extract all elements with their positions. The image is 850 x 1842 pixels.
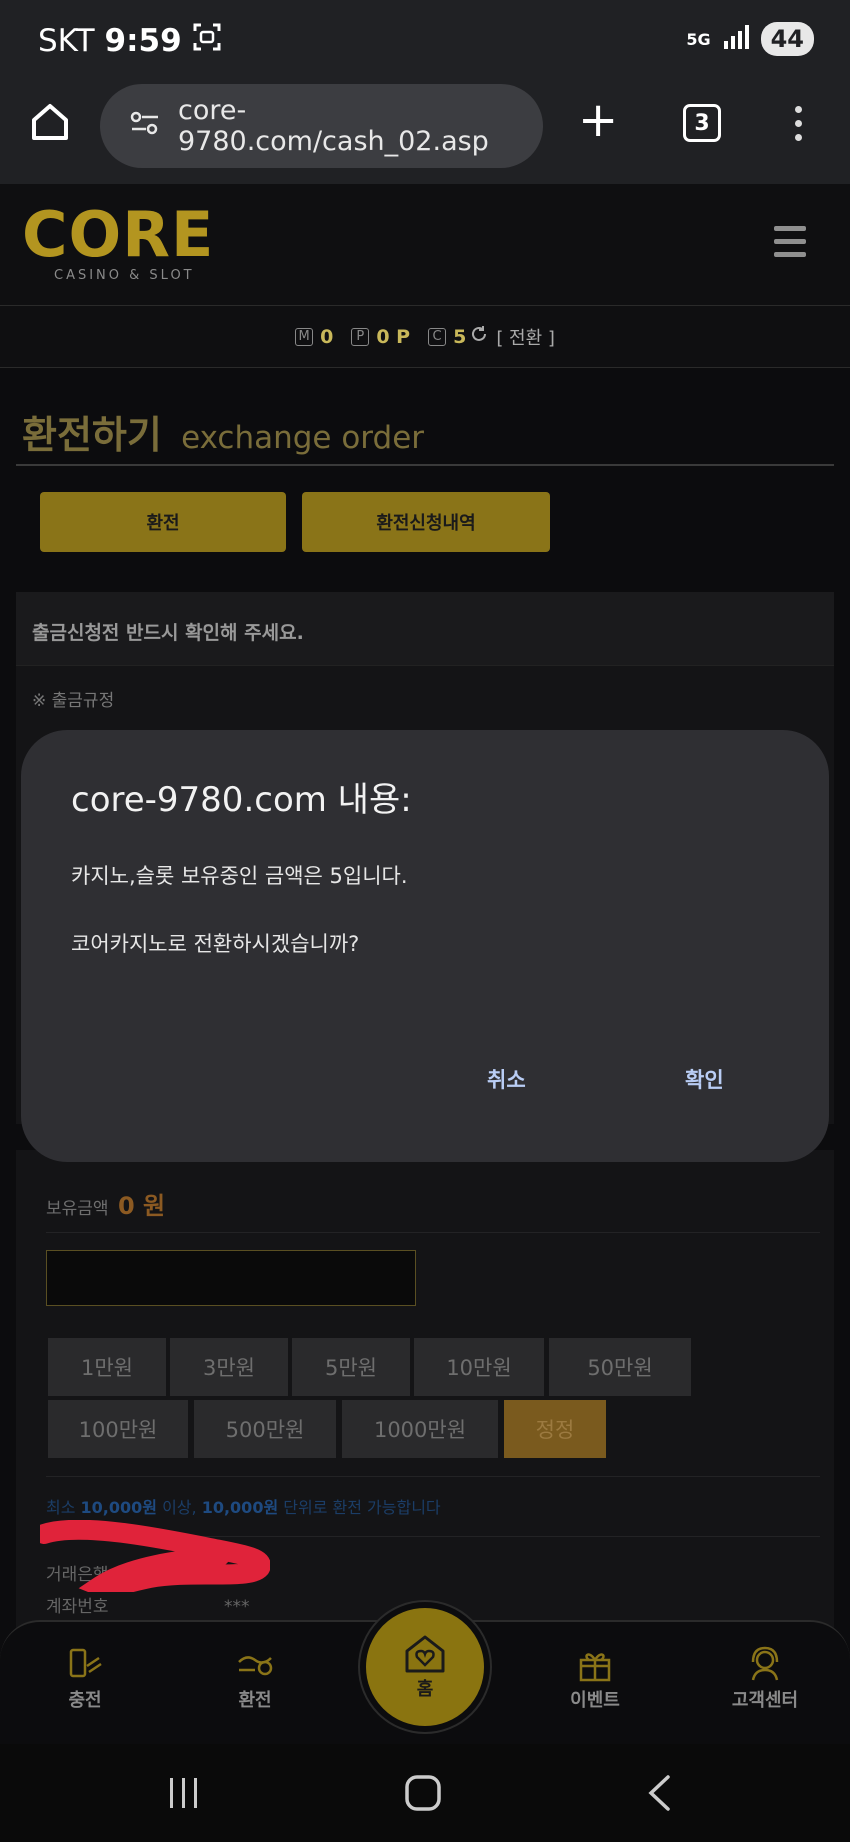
nav-exchange[interactable]: 환전 xyxy=(190,1646,320,1712)
nav-support-label: 고객센터 xyxy=(731,1690,799,1711)
recent-apps-icon[interactable] xyxy=(166,1776,202,1810)
notice-rule-label: ※ 출금규정 xyxy=(32,691,115,711)
nav-event-label: 이벤트 xyxy=(570,1690,620,1711)
balance-amount: 0 원 xyxy=(117,1192,166,1220)
nav-exchange-label: 환전 xyxy=(238,1690,272,1711)
network-label: 5G xyxy=(686,29,711,49)
divider xyxy=(46,1476,820,1477)
exchange-icon xyxy=(238,1656,273,1676)
page-title-en: exchange order xyxy=(181,420,425,456)
home-nav-icon[interactable] xyxy=(404,1774,442,1812)
nav-home-label: 홈 xyxy=(416,1679,434,1700)
browser-toolbar: core-9780.com/cash_02.asp + 3 xyxy=(0,80,850,184)
headset-icon xyxy=(751,1646,779,1681)
status-bar: SKT 9:59 5G 44 xyxy=(0,0,850,80)
carrier-label: SKT xyxy=(38,23,95,59)
more-menu-icon[interactable] xyxy=(795,106,802,141)
clock: 9:59 xyxy=(104,23,182,59)
point-value: 0 P xyxy=(376,325,411,348)
min-note-text: 최소 xyxy=(46,1498,81,1517)
account-label: 계좌번호 xyxy=(46,1597,109,1617)
casino-icon: C xyxy=(428,327,447,346)
chip-100k[interactable]: 10만원 xyxy=(414,1338,544,1396)
points-bar: M 0 P 0 P C 5 [ 전환 ] xyxy=(0,306,850,368)
nav-support[interactable]: 고객센터 xyxy=(700,1646,830,1712)
min-note-text: 단위로 환전 가능합니다 xyxy=(278,1498,441,1517)
min-note-amount: 10,000원 xyxy=(80,1498,157,1517)
battery-indicator: 44 xyxy=(760,22,814,56)
logo-subtitle: CASINO & SLOT xyxy=(54,268,195,283)
new-tab-icon[interactable]: + xyxy=(578,96,618,144)
minimum-amount-note: 최소 10,000원 이상, 10,000원 단위로 환전 가능합니다 xyxy=(46,1494,441,1518)
page-title: 환전하기 exchange order xyxy=(22,404,424,459)
unit-note-amount: 10,000원 xyxy=(201,1498,279,1517)
title-divider xyxy=(16,464,834,466)
address-bar[interactable]: core-9780.com/cash_02.asp xyxy=(100,84,543,168)
dialog-confirm-button[interactable]: 확인 xyxy=(685,1064,724,1094)
refresh-icon[interactable] xyxy=(470,325,488,348)
chip-30k[interactable]: 3만원 xyxy=(170,1338,288,1396)
chip-50k[interactable]: 5만원 xyxy=(292,1338,410,1396)
nav-charge[interactable]: 충전 xyxy=(20,1646,150,1712)
screenshot-icon xyxy=(192,22,222,60)
balance-label: 보유금액 xyxy=(46,1199,109,1219)
dialog-cancel-button[interactable]: 취소 xyxy=(487,1064,526,1094)
home-heart-icon xyxy=(405,1635,445,1673)
divider xyxy=(46,1232,820,1233)
logo-text: CORE xyxy=(22,198,215,271)
min-note-text: 이상, xyxy=(157,1498,202,1517)
site-settings-icon[interactable] xyxy=(130,110,160,143)
dialog-message-question: 코어카지노로 전환하시겠습니까? xyxy=(71,932,360,956)
reset-button[interactable]: 정정 xyxy=(504,1400,606,1458)
money-icon: M xyxy=(295,327,314,346)
home-icon[interactable] xyxy=(28,100,72,144)
account-row: 계좌번호 *** xyxy=(46,1592,249,1617)
gift-icon xyxy=(579,1653,611,1682)
amount-input[interactable] xyxy=(46,1250,416,1306)
tab-switcher-button[interactable]: 3 xyxy=(683,104,721,142)
casino-value: 5 xyxy=(453,325,467,348)
chip-10k[interactable]: 1만원 xyxy=(48,1338,166,1396)
charge-icon xyxy=(69,1648,102,1678)
confirm-dialog: core-9780.com 내용: 카지노,슬롯 보유중인 금액은 5입니다. … xyxy=(21,730,829,1162)
back-nav-icon[interactable] xyxy=(646,1774,672,1812)
convert-button[interactable]: [ 전환 ] xyxy=(496,324,555,350)
dialog-title: core-9780.com 내용: xyxy=(71,780,412,820)
chip-5m[interactable]: 500만원 xyxy=(194,1400,336,1458)
tab-exchange[interactable]: 환전 xyxy=(40,492,286,552)
chip-10m[interactable]: 1000만원 xyxy=(342,1400,498,1458)
signal-icon xyxy=(723,24,749,54)
tab-exchange-history[interactable]: 환전신청내역 xyxy=(302,492,550,552)
notice-heading: 출금신청전 반드시 확인해 주세요. xyxy=(16,592,834,666)
dialog-message-balance: 카지노,슬롯 보유중인 금액은 5입니다. xyxy=(71,864,408,888)
site-header: CORE CASINO & SLOT xyxy=(0,184,850,306)
money-value: 0 xyxy=(320,325,334,348)
system-navigation-bar xyxy=(0,1744,850,1842)
nav-home-button[interactable]: 홈 xyxy=(360,1602,490,1732)
point-icon: P xyxy=(351,327,370,346)
chip-1m[interactable]: 100만원 xyxy=(48,1400,188,1458)
account-value: *** xyxy=(223,1597,250,1617)
nav-event[interactable]: 이벤트 xyxy=(530,1646,660,1712)
balance-row: 보유금액 0 원 xyxy=(46,1186,165,1221)
site-logo[interactable]: CORE CASINO & SLOT xyxy=(22,198,215,284)
hamburger-menu-icon[interactable] xyxy=(774,226,806,257)
page-title-ko: 환전하기 xyxy=(22,413,162,457)
chip-500k[interactable]: 50만원 xyxy=(549,1338,691,1396)
url-text[interactable]: core-9780.com/cash_02.asp xyxy=(178,95,543,157)
redaction-mark xyxy=(40,1520,270,1592)
nav-charge-label: 충전 xyxy=(68,1690,102,1711)
